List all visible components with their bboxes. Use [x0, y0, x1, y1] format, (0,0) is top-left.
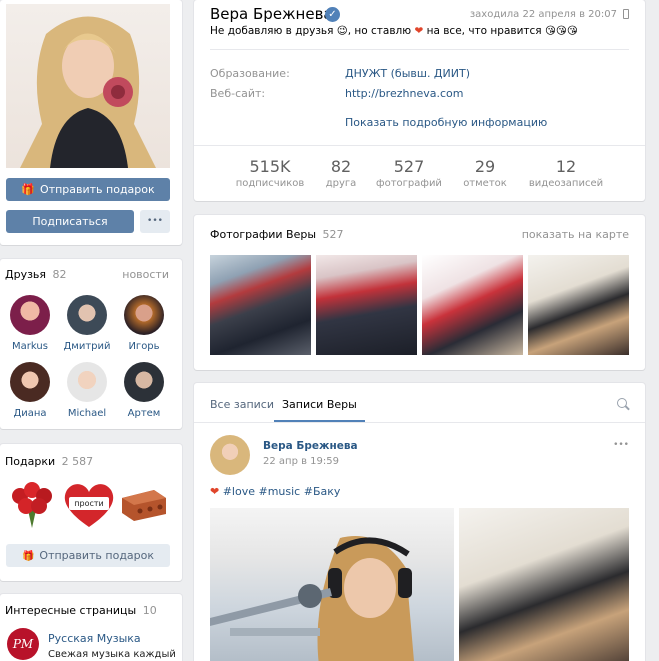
- pages-header[interactable]: Интересные страницы 10: [5, 604, 157, 617]
- friend-name[interactable]: Артем: [114, 408, 174, 419]
- profile-info-card: Вера Брежнева ✓ заходила 22 апреля в 20:…: [194, 0, 645, 201]
- more-actions-button[interactable]: •••: [140, 210, 170, 233]
- friends-block: Друзья 82 новости Markus Дмитрий Игорь Д…: [0, 259, 182, 429]
- friend-name[interactable]: Michael: [57, 408, 117, 419]
- heart-icon: ❤: [414, 25, 424, 37]
- education-value[interactable]: ДНУЖТ (бывш. ДИИТ): [345, 67, 470, 80]
- gifts-header[interactable]: Подарки 2 587: [5, 455, 93, 468]
- post-text: ❤ #love #music #Баку: [210, 485, 341, 498]
- mobile-icon: [623, 9, 629, 19]
- wall-block: Все записи Записи Веры Вера Брежнева 22 …: [194, 383, 645, 661]
- show-on-map-link[interactable]: показать на карте: [522, 228, 629, 241]
- search-icon[interactable]: [617, 398, 630, 411]
- photo-thumbnail[interactable]: [316, 255, 417, 355]
- smile-icon: 😉: [336, 25, 348, 37]
- show-more-info-link[interactable]: Показать подробную информацию: [345, 116, 547, 129]
- gift-roses[interactable]: [6, 480, 58, 530]
- friends-header[interactable]: Друзья 82: [5, 268, 67, 281]
- photos-header[interactable]: Фотографии Веры 527: [210, 228, 344, 241]
- status-text[interactable]: Не добавляю в друзья 😉, но ставлю ❤ на в…: [210, 25, 578, 37]
- page-description: Свежая музыка каждый: [48, 649, 176, 660]
- friend-avatar[interactable]: [10, 362, 50, 402]
- photo-thumbnail[interactable]: [210, 255, 311, 355]
- photos-block: Фотографии Веры 527 показать на карте: [194, 215, 645, 370]
- interesting-pages-block: Интересные страницы 10 РМ Русская Музыка…: [0, 594, 182, 661]
- gift-icon: 🎁: [21, 551, 35, 562]
- friend-avatar[interactable]: [124, 295, 164, 335]
- divider: [210, 49, 629, 50]
- gift-brick[interactable]: [120, 488, 168, 522]
- kiss-icon: 😘😘😘: [544, 25, 578, 37]
- verified-icon: ✓: [325, 7, 340, 22]
- post-photo[interactable]: [459, 508, 629, 661]
- education-label: Образование:: [210, 67, 290, 80]
- photo-thumbnail[interactable]: [528, 255, 629, 355]
- tab-own-posts[interactable]: Записи Веры: [274, 383, 365, 422]
- page-name[interactable]: Русская Музыка: [48, 632, 141, 645]
- friend-name[interactable]: Диана: [0, 408, 60, 419]
- post-photo[interactable]: [210, 508, 454, 661]
- friend-avatar[interactable]: [67, 362, 107, 402]
- post-more-button[interactable]: •••: [613, 440, 629, 450]
- website-label: Веб-сайт:: [210, 87, 266, 100]
- page-logo[interactable]: РМ: [7, 628, 39, 660]
- friend-name[interactable]: Markus: [0, 341, 60, 352]
- divider: [194, 422, 645, 423]
- profile-photo-card: 🎁 Отправить подарок Подписаться •••: [0, 0, 182, 245]
- last-seen: заходила 22 апреля в 20:07: [469, 9, 617, 20]
- profile-photo[interactable]: [6, 4, 170, 168]
- friends-news-link[interactable]: новости: [122, 268, 169, 281]
- website-link[interactable]: http://brezhneva.com: [345, 87, 463, 100]
- subscribe-button[interactable]: Подписаться: [6, 210, 134, 233]
- friend-avatar[interactable]: [10, 295, 50, 335]
- friend-name[interactable]: Дмитрий: [57, 341, 117, 352]
- friend-avatar[interactable]: [67, 295, 107, 335]
- post-author-name[interactable]: Вера Брежнева: [263, 440, 358, 452]
- heart-icon: ❤: [210, 485, 220, 498]
- divider: [194, 145, 645, 146]
- post-date[interactable]: 22 апр в 19:59: [263, 456, 339, 467]
- photo-thumbnail[interactable]: [422, 255, 523, 355]
- gift-icon: 🎁: [21, 183, 36, 196]
- friend-name[interactable]: Игорь: [114, 341, 174, 352]
- send-gift-small-button[interactable]: 🎁 Отправить подарок: [6, 544, 170, 567]
- gifts-block: Подарки 2 587 прости 🎁 Отправить подарок: [0, 444, 182, 581]
- page-title: Вера Брежнева: [210, 5, 333, 23]
- friend-avatar[interactable]: [124, 362, 164, 402]
- send-gift-button[interactable]: 🎁 Отправить подарок: [6, 178, 170, 201]
- gift-heart[interactable]: прости: [61, 480, 117, 530]
- tab-all-posts[interactable]: Все записи: [210, 398, 274, 411]
- post-author-avatar[interactable]: [210, 435, 250, 475]
